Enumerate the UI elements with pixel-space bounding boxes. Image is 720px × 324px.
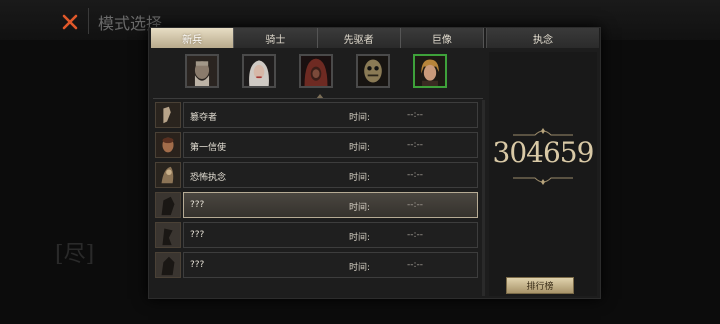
list-item-box[interactable]: ??? 时间: --:-- <box>183 252 478 278</box>
list-item-box[interactable]: 第一信使 时间: --:-- <box>183 132 478 158</box>
portrait-row <box>185 54 455 94</box>
list-item[interactable]: ??? 时间: --:-- <box>155 252 480 279</box>
white-haired-woman-portrait[interactable] <box>242 54 276 88</box>
time-label: 时间: <box>349 263 371 273</box>
time-label: 时间: <box>349 203 371 213</box>
old-warrior-portrait[interactable] <box>185 54 219 88</box>
time-label: 时间: <box>349 233 371 243</box>
time-label: 时间: <box>349 143 371 153</box>
boss-name: ??? <box>190 200 205 210</box>
locked-silhouette-icon <box>155 192 181 218</box>
blonde-man-portrait[interactable] <box>413 54 447 88</box>
tab-colossus[interactable]: 巨像 <box>400 28 484 48</box>
score-panel: 304659 排行榜 <box>489 52 597 296</box>
boss-name: ??? <box>190 260 205 270</box>
list-item-box[interactable]: 恐怖执念 时间: --:-- <box>183 162 478 188</box>
list-item[interactable]: ??? 时间: --:-- <box>155 192 480 219</box>
boss-name: 篡夺者 <box>190 113 218 123</box>
locked-silhouette-icon <box>155 252 181 278</box>
list-item-box[interactable]: 篡夺者 时间: --:-- <box>183 102 478 128</box>
tab-knight[interactable]: 骑士 <box>234 28 318 48</box>
leaderboard-button[interactable]: 排行榜 <box>506 277 574 294</box>
locked-silhouette-icon <box>155 222 181 248</box>
boss-portrait-icon <box>155 162 181 188</box>
background-label: [尽] <box>55 242 95 267</box>
hooded-figure-portrait[interactable] <box>299 54 333 88</box>
masked-figure-portrait[interactable] <box>356 54 390 88</box>
close-button[interactable] <box>58 10 82 34</box>
list-scrollbar[interactable] <box>482 100 485 296</box>
boss-name: 恐怖执念 <box>190 173 227 183</box>
list-item[interactable]: 篡夺者 时间: --:-- <box>155 102 480 129</box>
boss-portrait-icon <box>155 132 181 158</box>
tab-recruit[interactable]: 新兵 <box>151 28 235 48</box>
title-divider <box>88 8 89 34</box>
time-value: --:-- <box>407 140 424 150</box>
list-item-box[interactable]: ??? 时间: --:-- <box>183 192 478 218</box>
time-value: --:-- <box>407 110 424 120</box>
list-item-box[interactable]: ??? 时间: --:-- <box>183 222 478 248</box>
time-value: --:-- <box>407 260 424 270</box>
boss-name: ??? <box>190 230 205 240</box>
time-label: 时间: <box>349 113 371 123</box>
time-label: 时间: <box>349 173 371 183</box>
boss-portrait-icon <box>155 102 181 128</box>
list-item[interactable]: 恐怖执念 时间: --:-- <box>155 162 480 189</box>
tab-pioneer[interactable]: 先驱者 <box>317 28 401 48</box>
list-item[interactable]: 第一信使 时间: --:-- <box>155 132 480 159</box>
difficulty-tabs: 新兵 骑士 先驱者 巨像 <box>151 28 484 48</box>
time-value: --:-- <box>407 200 424 210</box>
divider-line <box>153 98 483 99</box>
boss-name: 第一信使 <box>190 143 227 153</box>
leaderboard-modal: 新兵 骑士 先驱者 巨像 执念 篡夺者 时间: --:-- 第一信使 时间: -… <box>148 27 601 299</box>
time-value: --:-- <box>407 170 424 180</box>
list-item[interactable]: ??? 时间: --:-- <box>155 222 480 249</box>
time-value: --:-- <box>407 230 424 240</box>
obsession-header: 执念 <box>486 28 599 48</box>
close-icon <box>62 14 78 30</box>
ornament-bottom-icon <box>513 177 573 185</box>
obsession-score: 304659 <box>492 136 595 169</box>
